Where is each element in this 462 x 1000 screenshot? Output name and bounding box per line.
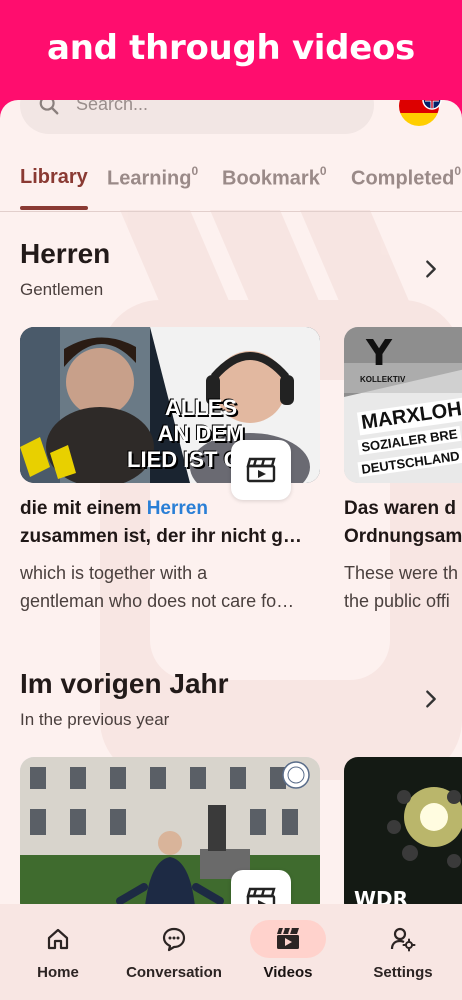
video-thumbnail[interactable]: Y KOLLEKTIV MARXLOH SOZIALER BRE DEUTSCH…: [344, 327, 462, 483]
bottom-navigation: Home Conversation Videos Settings: [0, 904, 462, 1000]
section-subtitle: In the previous year: [20, 710, 170, 729]
app-screen: Library Learning0 Bookmark0 Completed0 H…: [0, 100, 462, 1000]
user-settings-icon: [390, 927, 416, 952]
active-tab-indicator: [20, 206, 88, 210]
promo-banner: and through videos: [0, 0, 462, 110]
card-translation: which is together with a gentleman who d…: [20, 563, 295, 611]
nav-conversation[interactable]: Conversation: [116, 904, 232, 1000]
chevron-right-icon[interactable]: [420, 258, 442, 280]
nav-videos[interactable]: Videos: [232, 904, 344, 1000]
chat-icon: [162, 927, 186, 952]
language-flag-icon[interactable]: [399, 100, 443, 130]
highlighted-word: Herren: [146, 498, 208, 519]
clapperboard-icon: [246, 457, 276, 483]
tab-learning-count: 0: [191, 164, 199, 178]
chevron-right-icon[interactable]: [420, 688, 442, 710]
clapperboard-icon: [277, 927, 299, 949]
tab-completed-count: 0: [454, 164, 462, 178]
search-icon: [39, 100, 59, 115]
tab-library[interactable]: Library: [20, 166, 88, 189]
section-subtitle: Gentlemen: [20, 280, 104, 299]
home-icon: [47, 928, 69, 950]
tab-bookmark[interactable]: Bookmark0: [222, 164, 327, 191]
banner-text: and through videos: [47, 28, 415, 68]
search-bar[interactable]: [20, 100, 374, 134]
section-title: Herren: [20, 238, 111, 269]
tab-learning[interactable]: Learning0: [107, 164, 199, 191]
section-title: Im vorigen Jahr: [20, 668, 229, 699]
card-translation: These were th the public offi: [344, 563, 459, 611]
video-thumbnail[interactable]: WDR: [344, 757, 462, 917]
search-input[interactable]: [76, 100, 356, 116]
nav-home[interactable]: Home: [0, 904, 116, 1000]
thumbnail-caption: KOLLEKTIV: [360, 375, 406, 384]
video-badge: [231, 440, 291, 500]
thumbnail-logo: Y: [366, 333, 393, 374]
card-title[interactable]: die mit einem Herren zusammen ist, der i…: [20, 495, 320, 551]
tab-completed[interactable]: Completed0: [351, 164, 462, 191]
library-tabs: Library Learning0 Bookmark0 Completed0: [0, 160, 462, 212]
nav-settings[interactable]: Settings: [344, 904, 462, 1000]
card-title[interactable]: Das waren d Ordnungsam: [344, 495, 462, 551]
tab-bookmark-count: 0: [319, 164, 327, 178]
